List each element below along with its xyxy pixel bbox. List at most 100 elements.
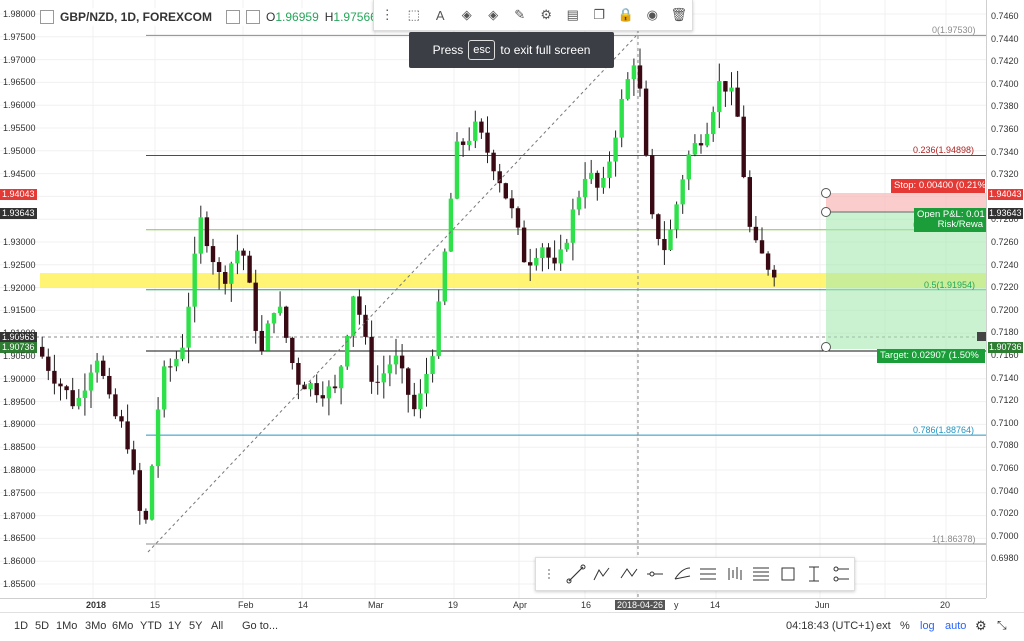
candle-body [467, 140, 472, 145]
right-price-tick: 0.7000 [991, 530, 1019, 541]
candle-body [619, 98, 624, 138]
candle-body [625, 79, 630, 99]
range-button-5d[interactable]: 5D [35, 620, 49, 632]
candle-body [521, 227, 527, 263]
range-button-5y[interactable]: 5Y [189, 620, 202, 632]
candle-body [656, 214, 661, 239]
settings-gear-icon[interactable]: ⚙ [975, 618, 987, 634]
candle-body [589, 172, 594, 179]
rectangle-tool-icon[interactable] [776, 563, 800, 585]
range-button-1d[interactable]: 1D [14, 620, 28, 632]
drawing-tools-toolbar [535, 557, 855, 591]
percent-toggle[interactable]: % [900, 620, 910, 632]
abc-pattern-tool-icon[interactable] [617, 563, 641, 585]
candle-body [125, 421, 130, 450]
clone-icon[interactable]: ❐ [588, 5, 610, 25]
candle-body [601, 177, 606, 188]
candle-body [131, 449, 136, 471]
candle-body [113, 394, 118, 417]
pitchfork-tool-icon[interactable] [670, 563, 694, 585]
candle-body [332, 386, 338, 389]
right-price-tick: 0.7080 [991, 440, 1019, 451]
left-open-tag: 1.93643 [0, 208, 37, 219]
ext-toggle[interactable]: ext [876, 620, 891, 632]
range-button-6mo[interactable]: 6Mo [112, 620, 133, 632]
candle-body [259, 330, 264, 351]
candle-body [680, 179, 685, 205]
range-button-all[interactable]: All [211, 620, 223, 632]
range-button-3mo[interactable]: 3Mo [85, 620, 106, 632]
price-chart[interactable] [0, 0, 986, 598]
long-position-tool-icon[interactable] [829, 563, 853, 585]
collapse-legend-icon[interactable] [40, 10, 54, 24]
price-axis-right[interactable]: 0.7460 0.7440 0.7420 0.7400 0.7380 0.7360 0.73… [986, 0, 1024, 598]
trash-icon[interactable]: 🗑 [668, 5, 690, 25]
candle-body [448, 198, 454, 252]
background-color-icon[interactable]: ◈ [482, 5, 504, 25]
symbol-legend: GBP/NZD, 1D, FOREXCOM O1.96959 H1.97566 … [40, 8, 400, 26]
right-price-tick: 0.7340 [991, 146, 1019, 157]
hide-legend-icon[interactable] [246, 10, 261, 24]
right-open-tag: 1.93643 [988, 208, 1023, 219]
time-tick: 14 [298, 600, 309, 610]
candle-body [314, 383, 319, 396]
candle-body [387, 364, 393, 374]
range-button-1y[interactable]: 1Y [168, 620, 181, 632]
position-handle [821, 207, 831, 217]
bars-pattern-tool-icon[interactable] [723, 563, 747, 585]
left-price-tick: 1.91000 [3, 328, 36, 339]
candle-body [338, 366, 344, 389]
candle-body [442, 251, 447, 302]
candle-body [320, 395, 325, 399]
candle-body [198, 217, 203, 254]
auto-toggle[interactable]: auto [945, 620, 966, 632]
candle-body [369, 336, 374, 382]
fill-color-icon[interactable]: ◈ [456, 5, 478, 25]
right-price-tick: 0.7100 [991, 417, 1019, 428]
candle-body [168, 366, 173, 368]
right-price-tick: 0.7220 [991, 282, 1019, 293]
candle-body [674, 204, 679, 230]
settings-gear-icon[interactable]: ⚙ [535, 5, 557, 25]
line-color-icon[interactable]: ✎ [509, 5, 531, 25]
candle-body [528, 262, 533, 266]
candle-body [546, 247, 551, 258]
fullscreen-icon[interactable]: ⤡ [997, 618, 1007, 633]
candle-body [229, 263, 234, 284]
candle-body [143, 510, 149, 520]
eye-icon[interactable]: ◉ [641, 5, 663, 25]
ohlc-high: H1.97566 [324, 10, 377, 24]
crosshair-plus-box [977, 332, 986, 341]
drag-handle-icon[interactable]: ⋮ [376, 5, 398, 25]
right-price-tick: 0.7440 [991, 33, 1019, 44]
horizontal-ray-tool-icon[interactable] [643, 563, 667, 585]
drag-handle-icon[interactable] [537, 563, 561, 585]
go-to-button[interactable]: Go to... [242, 620, 278, 632]
range-button-ytd[interactable]: YTD [140, 620, 162, 632]
candle-body [723, 81, 728, 92]
candle-body [64, 386, 69, 391]
time-axis[interactable]: 2018 15 Feb 14 Mar 19 Apr 16 2018-04-26 y 14 Jun 20 [0, 598, 986, 613]
candle-body [149, 466, 155, 520]
time-tick: 14 [710, 600, 721, 610]
chart-area[interactable]: GBP/NZD, 1D, FOREXCOM O1.96959 H1.97566 … [0, 0, 986, 598]
fib-level-label: 0.236(1.94898) [913, 145, 975, 156]
left-price-tick: 1.88500 [3, 442, 36, 453]
text-tool-icon[interactable]: A [429, 5, 451, 25]
symbol-title[interactable]: GBP/NZD, 1D, FOREXCOM [60, 10, 212, 24]
candle-body [576, 197, 582, 210]
elliott-wave-tool-icon[interactable] [590, 563, 614, 585]
line-style-icon[interactable]: ⬚ [403, 5, 425, 25]
stop-label: Stop: 0.00400 (0.21% [891, 179, 985, 193]
price-range-tool-icon[interactable] [802, 563, 826, 585]
lock-icon[interactable]: 🔒 [615, 5, 637, 25]
candle-body [345, 335, 350, 367]
fib-retracement-tool-icon[interactable] [749, 563, 773, 585]
visibility-layers-icon[interactable]: ▤ [562, 5, 584, 25]
candle-body [595, 172, 600, 188]
settings-legend-icon[interactable] [226, 10, 241, 24]
log-toggle[interactable]: log [920, 620, 935, 632]
range-button-1mo[interactable]: 1Mo [56, 620, 77, 632]
trend-line-tool-icon[interactable] [564, 563, 588, 585]
fib-channel-tool-icon[interactable] [696, 563, 720, 585]
